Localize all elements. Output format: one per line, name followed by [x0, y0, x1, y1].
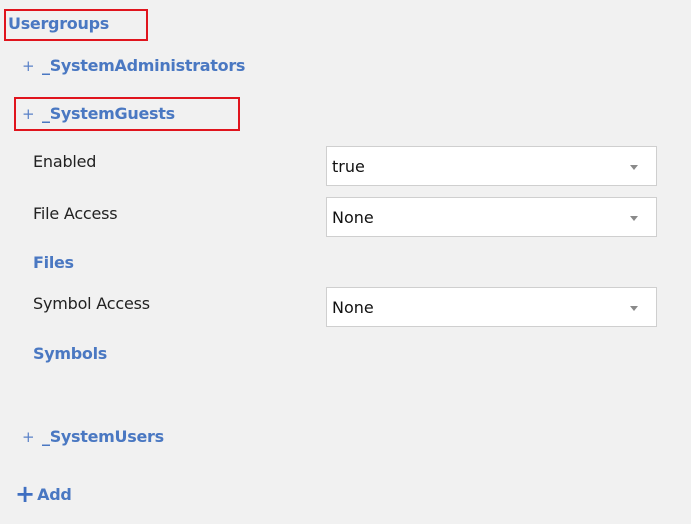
group-name: _SystemUsers: [42, 427, 164, 446]
enabled-label: Enabled: [33, 152, 97, 171]
symbol-access-label: Symbol Access: [33, 294, 150, 313]
symbol-access-value: None: [332, 298, 374, 317]
group-system-users[interactable]: + _SystemUsers: [22, 427, 164, 446]
symbol-access-select[interactable]: None: [326, 287, 657, 327]
file-access-select[interactable]: None: [326, 197, 657, 237]
enabled-value: true: [332, 157, 365, 176]
chevron-down-icon: [630, 306, 638, 311]
file-access-value: None: [332, 208, 374, 227]
add-icon: +: [15, 480, 36, 508]
symbols-link[interactable]: Symbols: [33, 344, 107, 363]
add-button[interactable]: + Add: [15, 482, 72, 506]
chevron-down-icon: [630, 216, 638, 221]
title-highlight-box: [4, 9, 148, 41]
files-link[interactable]: Files: [33, 253, 74, 272]
enabled-select[interactable]: true: [326, 146, 657, 186]
usergroups-panel: Usergroups + _SystemAdministrators + _Sy…: [0, 0, 691, 524]
file-access-label: File Access: [33, 204, 118, 223]
group-name: _SystemAdministrators: [42, 56, 246, 75]
plus-icon: +: [22, 57, 35, 75]
add-label: Add: [37, 484, 72, 504]
plus-icon: +: [22, 428, 35, 446]
group-highlight-box: [14, 97, 240, 131]
chevron-down-icon: [630, 165, 638, 170]
group-system-administrators[interactable]: + _SystemAdministrators: [22, 56, 245, 75]
